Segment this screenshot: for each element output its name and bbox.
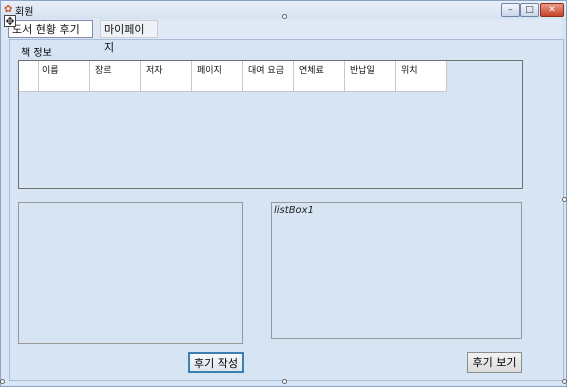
window-title: 회원 bbox=[15, 7, 34, 18]
view-review-button[interactable]: 후기 보기 bbox=[467, 352, 522, 373]
menu-item-book-status-review[interactable]: 도서 현황 후기 bbox=[8, 20, 93, 38]
grid-column-late-fee[interactable]: 연체료 bbox=[294, 61, 345, 92]
grid-column-name[interactable]: 이름 bbox=[39, 61, 90, 92]
move-handle-icon[interactable]: ✥ bbox=[4, 15, 16, 28]
grid-column-return-date[interactable]: 반납일 bbox=[345, 61, 396, 92]
menu-bar: 도서 현황 후기 마이페이지 bbox=[2, 19, 562, 54]
listbox-placeholder-name: listBox1 bbox=[274, 205, 314, 216]
app-icon: ✿ bbox=[4, 4, 13, 15]
book-info-label: 책 정보 bbox=[21, 48, 52, 59]
grid-column-location[interactable]: 위치 bbox=[396, 61, 447, 92]
grid-column-rental-fee[interactable]: 대여 요금 bbox=[243, 61, 294, 92]
maximize-button[interactable]: □ bbox=[520, 3, 539, 17]
review-listbox[interactable]: listBox1 bbox=[271, 202, 522, 339]
write-review-button[interactable]: 후기 작성 bbox=[188, 352, 244, 373]
selection-grip[interactable] bbox=[282, 379, 287, 384]
menu-item-my-page[interactable]: 마이페이지 bbox=[100, 20, 158, 54]
grid-column-author[interactable]: 저자 bbox=[141, 61, 192, 92]
selection-grip[interactable] bbox=[282, 14, 287, 19]
book-info-grid[interactable]: 이름 장르 저자 페이지 대여 요금 연체료 반납일 위치 bbox=[18, 60, 523, 189]
main-window: ✿ 회원 – □ ✕ 도서 현황 후기 마이페이지 ✥ 책 정보 이름 장르 저… bbox=[0, 0, 567, 387]
minimize-button[interactable]: – bbox=[501, 3, 520, 17]
grid-header: 이름 장르 저자 페이지 대여 요금 연체료 반납일 위치 bbox=[19, 61, 447, 92]
grid-column-pages[interactable]: 페이지 bbox=[192, 61, 243, 92]
selection-grip[interactable] bbox=[0, 379, 5, 384]
close-button[interactable]: ✕ bbox=[540, 3, 564, 17]
selection-grip[interactable] bbox=[562, 379, 567, 384]
review-panel[interactable] bbox=[18, 202, 243, 344]
selection-grip[interactable] bbox=[562, 197, 567, 202]
grid-row-header[interactable] bbox=[19, 61, 39, 92]
grid-column-genre[interactable]: 장르 bbox=[90, 61, 141, 92]
